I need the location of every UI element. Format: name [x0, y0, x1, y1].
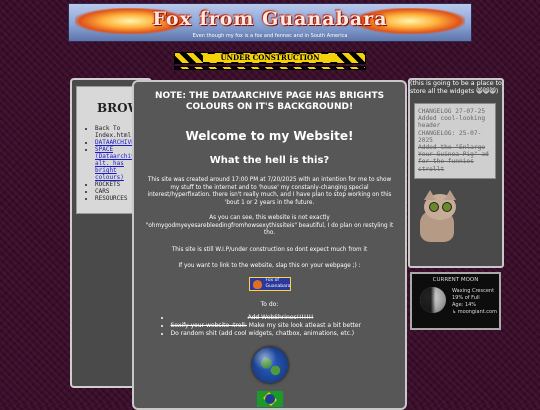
changelog-box: CHANGELOG 27-07-25 Added cool-looking he… [414, 103, 496, 179]
fox-icon [252, 279, 262, 289]
changelog-entry: strollt [418, 165, 445, 173]
cat-gif-image [414, 190, 470, 246]
link-paragraph: If you want to link to the website, slap… [178, 263, 361, 269]
intro-paragraph: This site was created around 17:00 PM at… [147, 177, 392, 206]
todo-heading: To do: [260, 300, 279, 308]
moon-widget-title: CURRENT MOON [432, 277, 479, 283]
link-badge[interactable]: Fox of Guanabara [248, 276, 291, 291]
style-paragraph: As you can see, this website is not exac… [145, 215, 394, 236]
moon-phase: Waxing Crescent [452, 288, 495, 294]
brazil-flag-image [256, 390, 283, 407]
badge-label: Fox of Guanabara [265, 277, 291, 289]
under-construction-stripe [174, 66, 366, 70]
wip-paragraph: This site is still W.I.P/under construct… [171, 246, 368, 253]
moon-phase-icon [420, 287, 446, 313]
changelog-entry: CHANGELOG 27-07-25 Added cool-looking he… [418, 108, 486, 130]
section-heading: What the hell is this? [209, 155, 330, 166]
site-subtitle: Even though my fox is a fox and fennec a… [192, 33, 348, 39]
site-title: Fox from Guanabara [152, 8, 388, 30]
changelog-entry: Added the "Enlarge Your Guinea Pig" ad f… [418, 144, 489, 166]
moon-credit: ↳ moongiant.com [452, 309, 497, 315]
earth-globe-image [251, 346, 288, 383]
changelog-entry: CHANGELOG: 25-07-2025 [418, 129, 482, 144]
moon-info: Waxing Crescent 19% of Full Age: 14% ↳ m… [452, 288, 497, 316]
todo-list: Add WebShrines!!!!!!! Sexify your websit… [149, 314, 391, 338]
notice-text: NOTE: THE DATAARCHIVE PAGE HAS BRIGHTS C… [154, 91, 385, 112]
welcome-heading: Welcome to my Website! [185, 129, 354, 143]
moon-age: Age: 14% [452, 302, 477, 308]
moon-full: 19% of Full [452, 295, 480, 301]
under-construction-label: UNDER CONSTRUCTION [203, 54, 337, 62]
site-banner: Fox from Guanabara Even though my fox is… [68, 3, 472, 42]
main-content: NOTE: THE DATAARCHIVE PAGE HAS BRIGHTS C… [132, 80, 407, 410]
moon-widget[interactable]: CURRENT MOON Waxing Crescent 19% of Full… [410, 272, 501, 330]
todo-item: Do random shit (add cool widgets, chatbo… [171, 330, 391, 338]
widgets-note: (this is going to be a place to store al… [410, 80, 502, 95]
todo-item: Add WebShrines!!!!!!! [171, 314, 391, 322]
todo-item: Sexify your website :troll: Make my site… [171, 322, 391, 330]
under-construction-banner: UNDER CONSTRUCTION [174, 52, 366, 64]
